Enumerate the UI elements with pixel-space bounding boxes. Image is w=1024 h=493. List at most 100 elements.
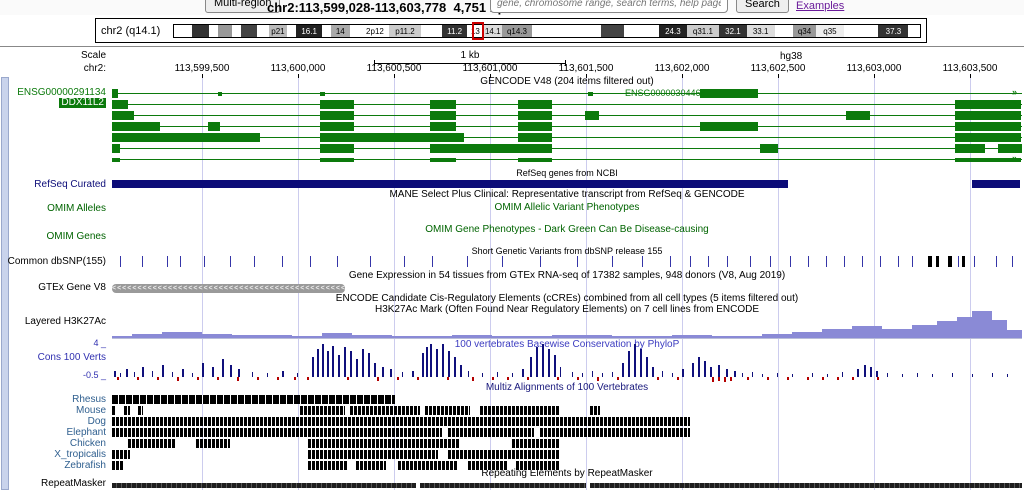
cons-axis-max: 4 _ (93, 338, 106, 348)
repeatmasker-title: Repeating Elements by RepeatMasker (481, 468, 653, 479)
gtex-title: Gene Expression in 54 tissues from GTEx … (348, 270, 786, 281)
refseq-bar (112, 180, 788, 188)
ddx11l2-chip[interactable]: DDX11L2 (59, 98, 106, 108)
exon-block (112, 111, 134, 120)
search-button[interactable]: Search (736, 0, 789, 13)
chromosome-band (774, 24, 793, 37)
browser-image[interactable]: Scale 1 kb hg38 chr2: 113,599,500 113,600… (0, 46, 1024, 493)
alignment-row[interactable] (112, 428, 1022, 437)
transcript-row[interactable]: » (112, 142, 1022, 154)
intron-line (112, 159, 1022, 160)
chromosome-band: q35 (816, 24, 844, 37)
cons-neg-bar (730, 377, 732, 381)
cons-bar (344, 347, 346, 377)
species-label[interactable]: Chicken (0, 439, 106, 449)
chromosome-band (208, 24, 218, 37)
omim-alleles-title: OMIM Allelic Variant Phenotypes (494, 202, 640, 213)
ccres-title: ENCODE Candidate Cis-Regulatory Elements… (335, 293, 799, 304)
cons-neg-bar (747, 377, 749, 380)
cons-bar (172, 372, 173, 377)
snp-tick (750, 256, 751, 267)
cons-neg-bar (877, 377, 879, 380)
transcript-row[interactable]: » (112, 153, 1022, 165)
track-label-h3k27ac[interactable]: Layered H3K27Ac (0, 317, 106, 327)
transcript-row[interactable]: » (112, 98, 1022, 110)
cons-bar (646, 357, 648, 377)
search-input[interactable] (490, 0, 728, 13)
cons-neg-bar (237, 377, 239, 381)
species-label[interactable]: Mouse (0, 406, 106, 416)
snp-tick (432, 256, 433, 267)
exon-block (430, 111, 456, 120)
alignment-row[interactable] (112, 439, 1022, 448)
h3k27ac-bar (1007, 330, 1022, 338)
track-label-cons[interactable]: Cons 100 Verts (0, 353, 106, 363)
exon-block (112, 100, 128, 109)
exon-block (320, 92, 325, 96)
transcript-row[interactable]: » (112, 109, 1022, 121)
cons-bar (120, 373, 121, 377)
chromosome-band (601, 24, 625, 37)
cons-neg-bar (527, 377, 529, 380)
cons-bar (368, 353, 370, 377)
species-label[interactable]: X_tropicalis (0, 450, 106, 460)
species-label[interactable]: Elephant (0, 428, 106, 438)
alignment-block (590, 406, 600, 415)
gene-label-ddx11l2[interactable]: DDX11L2 (0, 98, 106, 108)
alignment-block (112, 428, 442, 437)
alignment-row[interactable] (112, 450, 1022, 459)
tick-label: 113,602,500 (750, 63, 806, 74)
cons-bar (640, 349, 642, 377)
track-label-omim-alleles[interactable]: OMIM Alleles (0, 204, 106, 214)
cons-bar (932, 374, 933, 377)
transcript-row[interactable]: » (112, 120, 1022, 132)
cons-neg-bar (277, 377, 279, 380)
gene-label-ensg00000304466[interactable]: ENSG00000304466 (625, 88, 706, 98)
track-label-dbsnp[interactable]: Common dbSNP(155) (0, 257, 106, 267)
snp-tick-dark (928, 256, 932, 267)
exon-block (112, 133, 260, 142)
species-label[interactable]: Dog (0, 417, 106, 427)
strand-arrow-icon: » (1012, 131, 1018, 141)
track-label-refseq-curated[interactable]: RefSeq Curated (0, 180, 106, 190)
track-label-omim-genes[interactable]: OMIM Genes (0, 232, 106, 242)
cons-bar (698, 357, 700, 377)
snp-tick (404, 256, 405, 267)
alignment-row[interactable] (112, 406, 1022, 415)
examples-link[interactable]: Examples (796, 0, 844, 12)
strand-arrow-icon: » (1012, 142, 1018, 152)
snp-tick (708, 256, 709, 267)
alignment-row[interactable] (112, 417, 1022, 426)
ideogram-bands[interactable]: p21 16.1 14 2p12 p11.2 11.2 13 14.1 q14.3 24.3 q31… (173, 21, 921, 40)
track-label-gtex[interactable]: GTEx Gene V8 (0, 283, 106, 293)
phylop-title: 100 vertebrates Basewise Conservation by… (454, 339, 680, 350)
gtex-band: <<<<<<<<<<<<<<<<<<<<<<<<<<<<<<<<<<<<<<<<… (112, 284, 345, 293)
chromosome-ideogram[interactable]: chr2 (q14.1) p21 16.1 14 2p12 p11.2 11.2 13 14.… (95, 18, 927, 43)
transcript-row[interactable]: » (112, 87, 1022, 99)
alignment-block (448, 450, 560, 459)
assembly-label: hg38 (780, 51, 803, 62)
position-text: chr2:113,599,028-113,603,778 (267, 0, 447, 15)
cons-bar (412, 371, 414, 377)
snp-tick (1012, 256, 1013, 267)
species-label[interactable]: Zebrafish (0, 461, 106, 471)
chromosome-band (532, 24, 602, 37)
alignment-block (425, 406, 470, 415)
transcript-row[interactable]: » (112, 131, 1022, 143)
cons-bar (512, 373, 513, 377)
chromosome-band: p21 (268, 24, 288, 37)
track-label-repeatmasker[interactable]: RepeatMasker (0, 479, 106, 489)
snp-tick (180, 256, 181, 267)
exon-block (518, 111, 552, 120)
species-label[interactable]: Rhesus (0, 395, 106, 405)
alignment-row[interactable] (112, 461, 1022, 470)
cons-bar (718, 365, 720, 377)
cons-bar (530, 357, 532, 377)
cons-bar (460, 365, 462, 377)
cons-bar (548, 349, 550, 377)
cons-bar (134, 372, 135, 377)
exon-block (112, 89, 118, 98)
alignment-row[interactable] (112, 395, 1022, 404)
cons-bar (350, 351, 352, 377)
tick-label: 113,603,500 (942, 63, 998, 74)
